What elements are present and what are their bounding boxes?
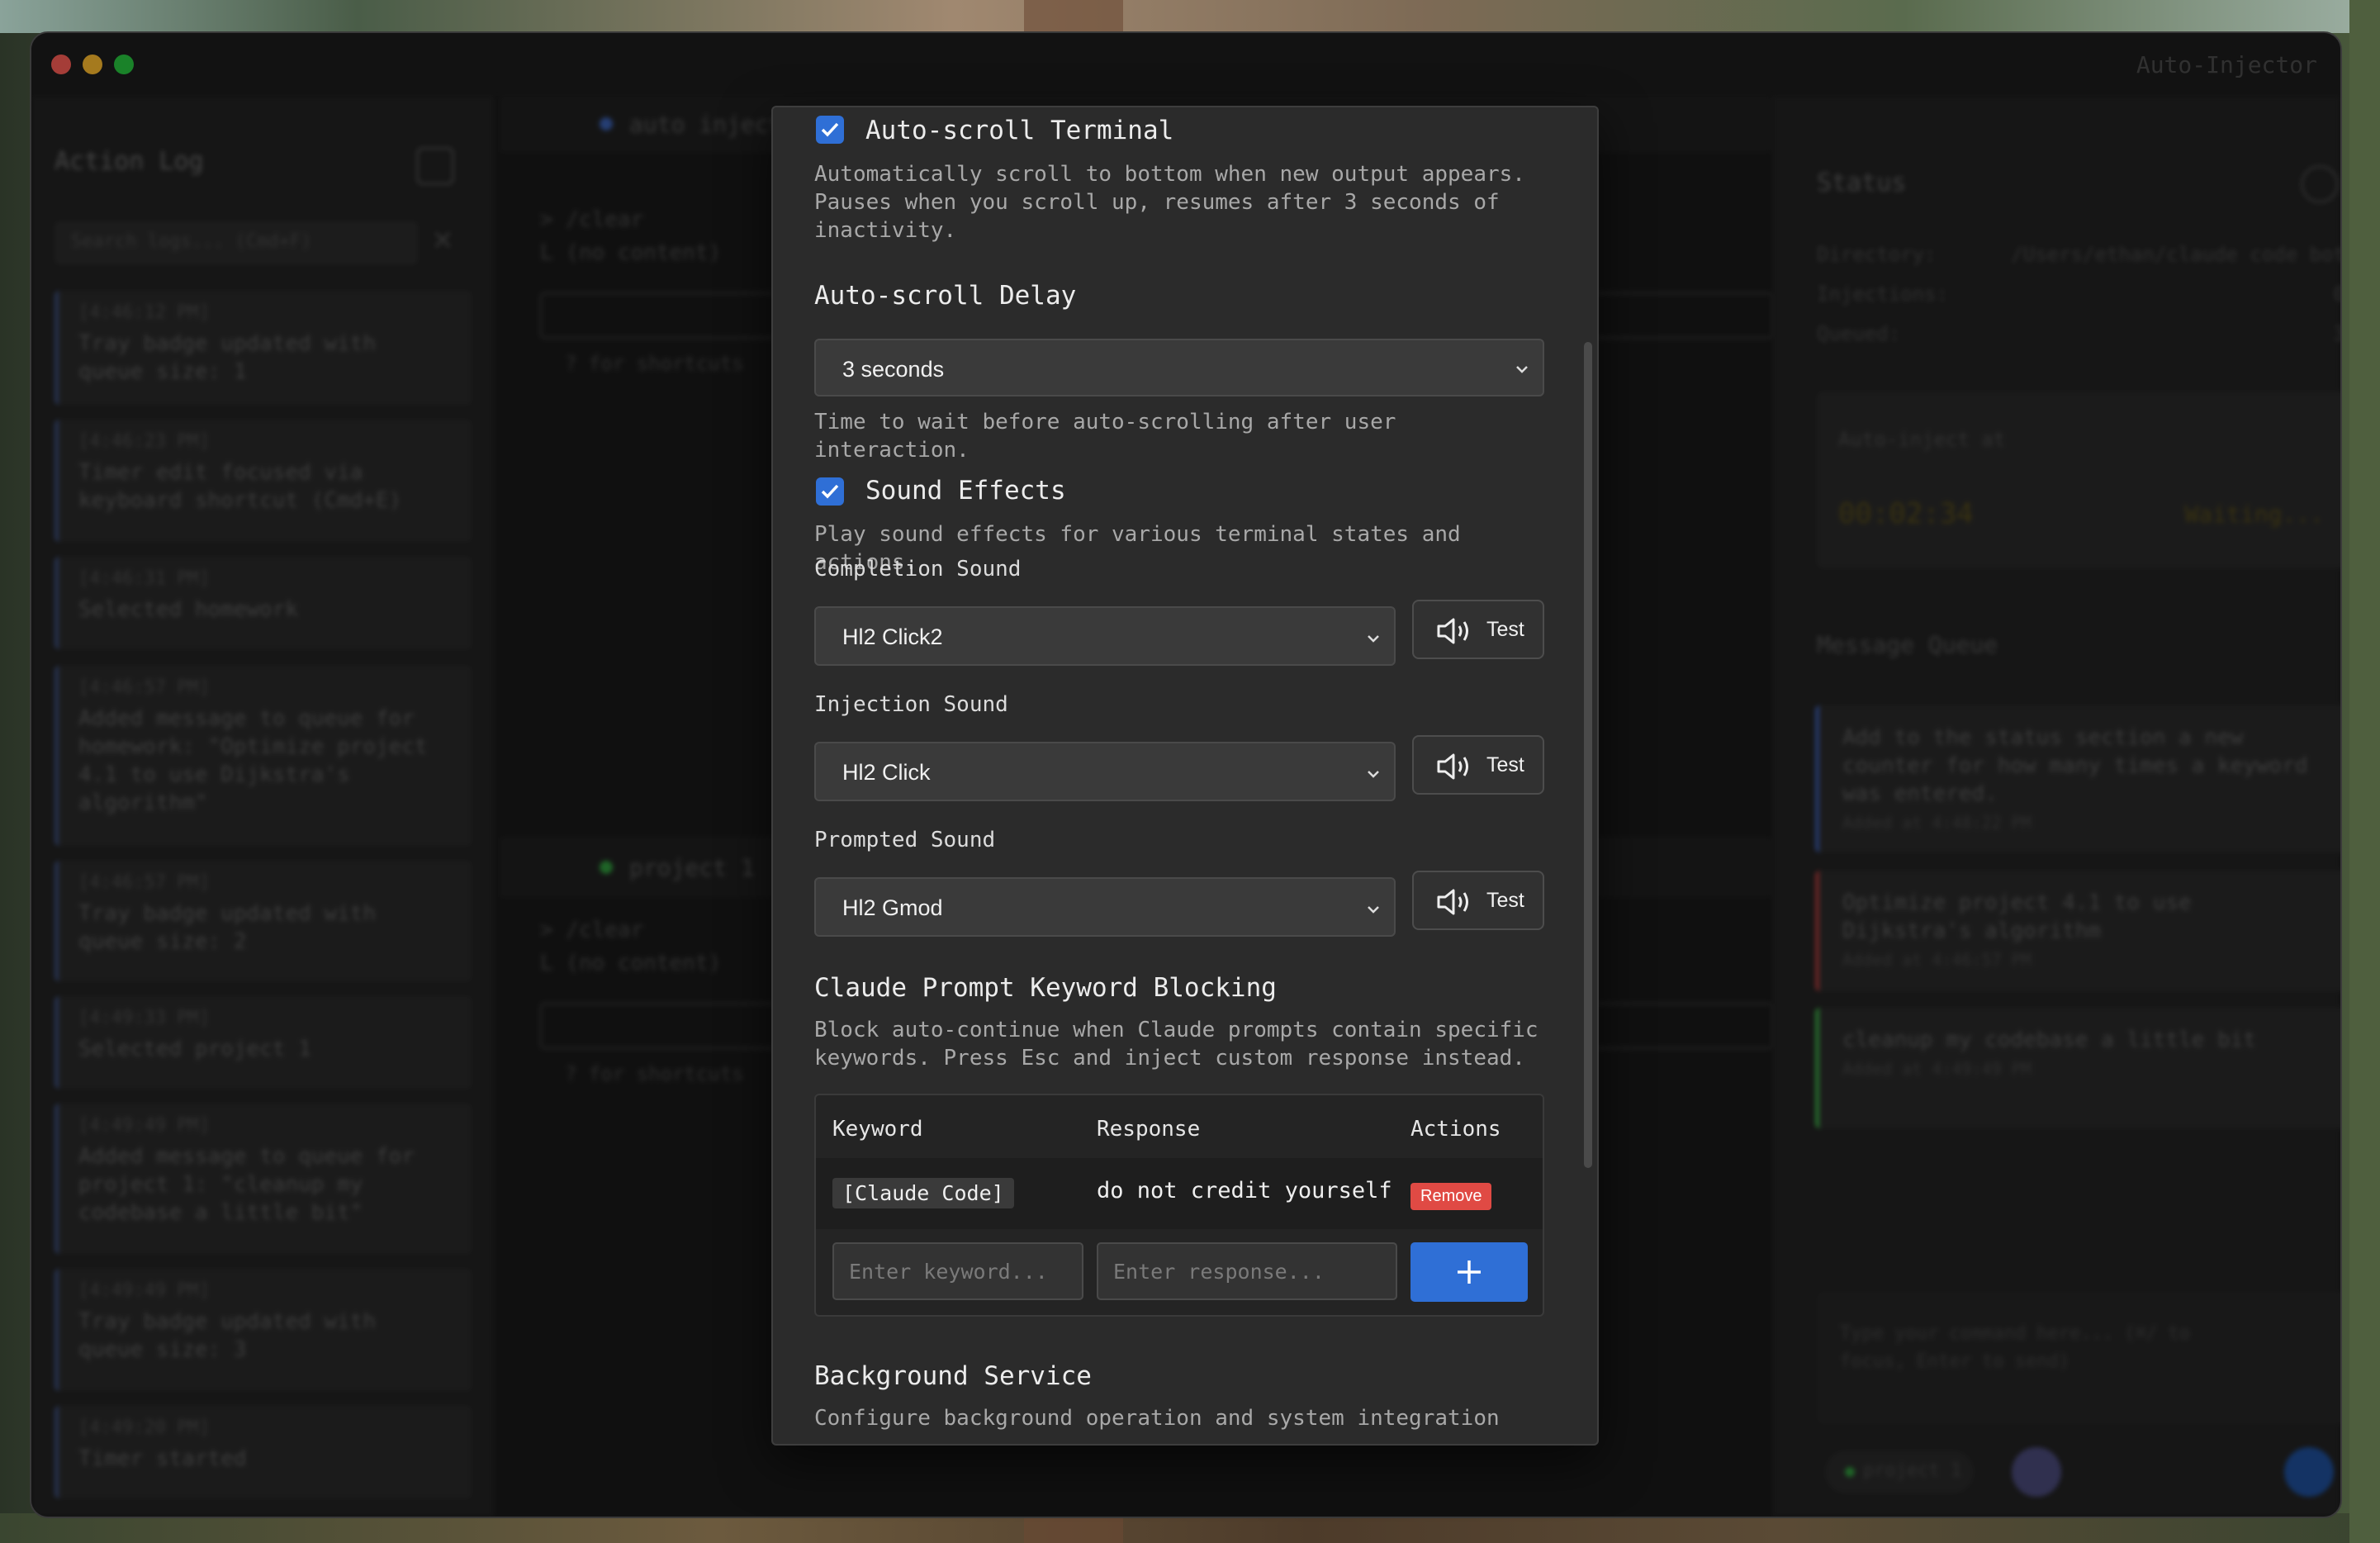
keyword-blocking-label: Claude Prompt Keyword Blocking xyxy=(814,973,1277,1003)
test-completion-sound-button[interactable]: Test xyxy=(1412,600,1544,659)
keyword-chip: [Claude Code] xyxy=(832,1178,1014,1208)
settings-modal: Auto-scroll Terminal Automatically scrol… xyxy=(771,106,1599,1446)
sound-effects-label: Sound Effects xyxy=(865,476,1066,506)
test-prompted-sound-button[interactable]: Test xyxy=(1412,871,1544,930)
injection-sound-select[interactable]: Hl2 Click xyxy=(814,742,1396,801)
completion-sound-label: Completion Sound xyxy=(814,557,1022,582)
keyword-column-header: Keyword xyxy=(832,1117,923,1142)
table-row: [Claude Code] do not credit yourself Rem… xyxy=(816,1158,1543,1229)
response-cell: do not credit yourself xyxy=(1097,1178,1392,1204)
plus-icon xyxy=(1458,1261,1481,1284)
auto-scroll-checkbox[interactable] xyxy=(816,116,844,144)
auto-scroll-delay-label: Auto-scroll Delay xyxy=(814,281,1077,311)
chevron-down-icon xyxy=(1368,771,1379,778)
remove-button[interactable]: Remove xyxy=(1410,1183,1492,1210)
modal-scrollbar[interactable] xyxy=(1584,342,1592,1168)
injection-sound-label: Injection Sound xyxy=(814,692,1008,717)
background-service-label: Background Service xyxy=(814,1361,1092,1391)
keyword-table: Keyword Response Actions [Claude Code] d… xyxy=(814,1094,1544,1317)
response-input[interactable] xyxy=(1097,1242,1397,1300)
completion-sound-select[interactable]: Hl2 Click2 xyxy=(814,606,1396,666)
speaker-icon xyxy=(1437,618,1468,644)
keyword-input[interactable] xyxy=(832,1242,1083,1300)
auto-scroll-label: Auto-scroll Terminal xyxy=(865,116,1174,145)
chevron-down-icon xyxy=(1516,366,1528,373)
auto-scroll-delay-desc: Time to wait before auto-scrolling after… xyxy=(814,410,1396,463)
speaker-icon xyxy=(1437,753,1468,780)
response-column-header: Response xyxy=(1097,1117,1201,1142)
auto-scroll-delay-select[interactable]: 3 seconds xyxy=(814,339,1544,396)
keyword-blocking-desc: Block auto-continue when Claude prompts … xyxy=(814,1018,1538,1071)
desktop-background-top xyxy=(0,0,2380,33)
actions-column-header: Actions xyxy=(1410,1117,1501,1142)
background-service-desc: Configure background operation and syste… xyxy=(814,1406,1500,1431)
chevron-down-icon xyxy=(1368,635,1379,643)
tree-foliage xyxy=(2349,0,2380,1543)
prompted-sound-select[interactable]: Hl2 Gmod xyxy=(814,877,1396,937)
auto-scroll-desc: Automatically scroll to bottom when new … xyxy=(814,162,1525,243)
chevron-down-icon xyxy=(1368,906,1379,914)
prompted-sound-label: Prompted Sound xyxy=(814,828,996,852)
add-keyword-button[interactable] xyxy=(1410,1242,1528,1302)
sound-effects-checkbox[interactable] xyxy=(816,477,844,506)
test-injection-sound-button[interactable]: Test xyxy=(1412,735,1544,795)
speaker-icon xyxy=(1437,889,1468,915)
